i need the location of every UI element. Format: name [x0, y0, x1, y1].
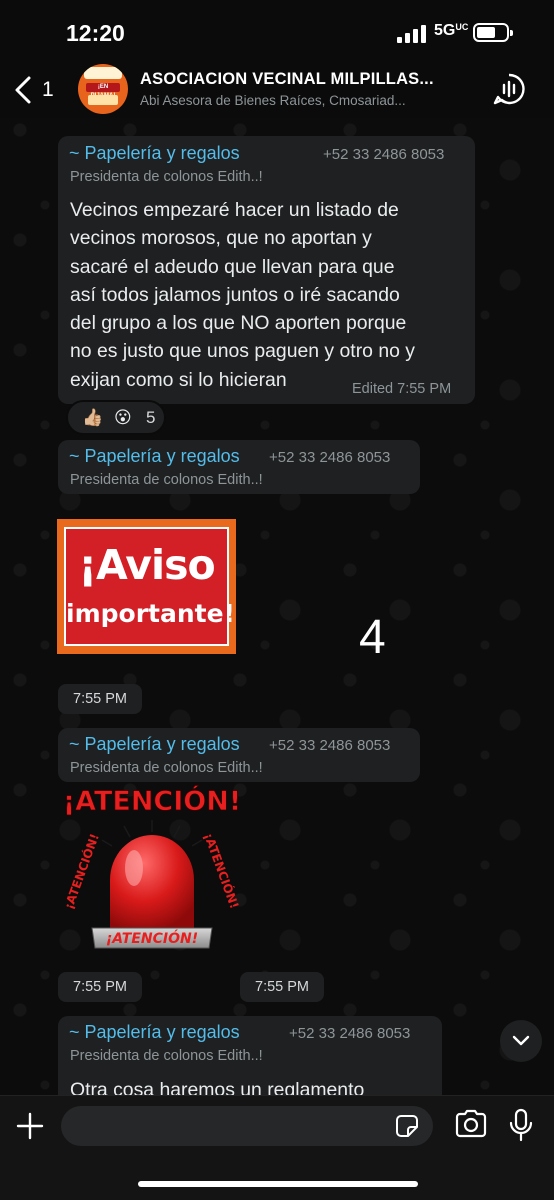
sticker-icon [396, 1115, 418, 1137]
sender-name[interactable]: ~ Papelería y regalos [69, 143, 240, 164]
sender-role: Presidenta de colonos Edith..! [70, 1048, 263, 1064]
group-avatar[interactable]: ¡EN PIJAMA! [78, 64, 128, 114]
plus-icon [16, 1112, 44, 1140]
microphone-icon [509, 1108, 533, 1142]
sender-role: Presidenta de colonos Edith..! [70, 472, 263, 488]
sticker-text: importante! [66, 599, 235, 628]
message-input[interactable] [61, 1106, 433, 1146]
sender-name[interactable]: ~ Papelería y regalos [69, 734, 240, 755]
voice-chat-icon [493, 73, 525, 105]
voice-chat-button[interactable] [492, 72, 526, 106]
message-bubble[interactable]: ~ Papelería y regalos +52 33 2486 8053 P… [58, 136, 475, 404]
sticker-button[interactable] [395, 1114, 419, 1138]
thumbs-up-icon: 👍🏼 [82, 408, 104, 427]
group-name[interactable]: ASOCIACION VECINAL MILPILLAS... [140, 70, 470, 89]
reaction-count: 5 [146, 408, 156, 427]
reactions-badge[interactable]: 👍🏼 😮 5 [66, 400, 166, 435]
sticker-stack-count[interactable]: 4 [359, 610, 386, 665]
sticker-header-bubble[interactable]: ~ Papelería y regalos +52 33 2486 8053 P… [58, 440, 420, 494]
message-time: 7:55 PM [58, 972, 142, 1002]
surprised-face-icon: 😮 [114, 408, 132, 427]
attach-button[interactable] [14, 1110, 46, 1142]
message-text: Vecinos empezaré hacer un listado de vec… [70, 199, 415, 391]
sender-phone: +52 33 2486 8053 [289, 1025, 411, 1042]
battery-icon [473, 23, 513, 42]
sender-name[interactable]: ~ Papelería y regalos [69, 446, 240, 467]
unread-count: 1 [42, 78, 54, 101]
sender-phone: +52 33 2486 8053 [269, 449, 391, 466]
microphone-button[interactable] [508, 1108, 534, 1142]
sender-name[interactable]: ~ Papelería y regalos [69, 1022, 240, 1043]
camera-button[interactable] [454, 1109, 488, 1139]
status-time: 12:20 [66, 20, 125, 46]
camera-icon [455, 1109, 487, 1138]
group-members[interactable]: Abi Asesora de Bienes Raíces, Cmosariad.… [140, 93, 460, 108]
sticker-title: ¡ATENCIÓN! [63, 785, 241, 817]
sender-role: Presidenta de colonos Edith..! [70, 169, 263, 185]
chevron-down-icon [512, 1035, 530, 1046]
sticker-header-bubble[interactable]: ~ Papelería y regalos +52 33 2486 8053 P… [58, 728, 420, 782]
back-button[interactable]: 1 [12, 70, 72, 110]
status-bar: 12:20 5GUC [0, 0, 554, 60]
sticker-side-text: ¡ATENCIÓN! [201, 831, 242, 911]
sticker-side-text: ¡ATENCIÓN! [61, 831, 102, 911]
sticker-base-text: ¡ATENCIÓN! [106, 929, 198, 947]
sender-role: Presidenta de colonos Edith..! [70, 760, 263, 776]
signal-icon [397, 25, 427, 43]
scroll-down-button[interactable] [500, 1020, 542, 1062]
chat-header: 1 ¡EN PIJAMA! ASOCIACION VECINAL MILPILL… [0, 60, 554, 118]
message-time: Edited 7:55 PM [352, 381, 452, 397]
sender-phone: +52 33 2486 8053 [269, 737, 391, 754]
network-indicator: 5GUC [434, 22, 469, 39]
sticker-aviso-importante[interactable]: ¡Aviso importante! [57, 519, 236, 654]
sticker-text: ¡Aviso [78, 541, 215, 589]
message-time: 7:55 PM [240, 972, 324, 1002]
sticker-atencion-siren[interactable]: ¡ATENCIÓN! ¡ATENCIÓN! ¡ATENCIÓN! ¡ATENCI… [52, 780, 247, 955]
chevron-left-icon [15, 76, 31, 104]
sender-phone: +52 33 2486 8053 [323, 146, 445, 163]
message-time: 7:55 PM [58, 684, 142, 714]
home-indicator [138, 1181, 418, 1187]
